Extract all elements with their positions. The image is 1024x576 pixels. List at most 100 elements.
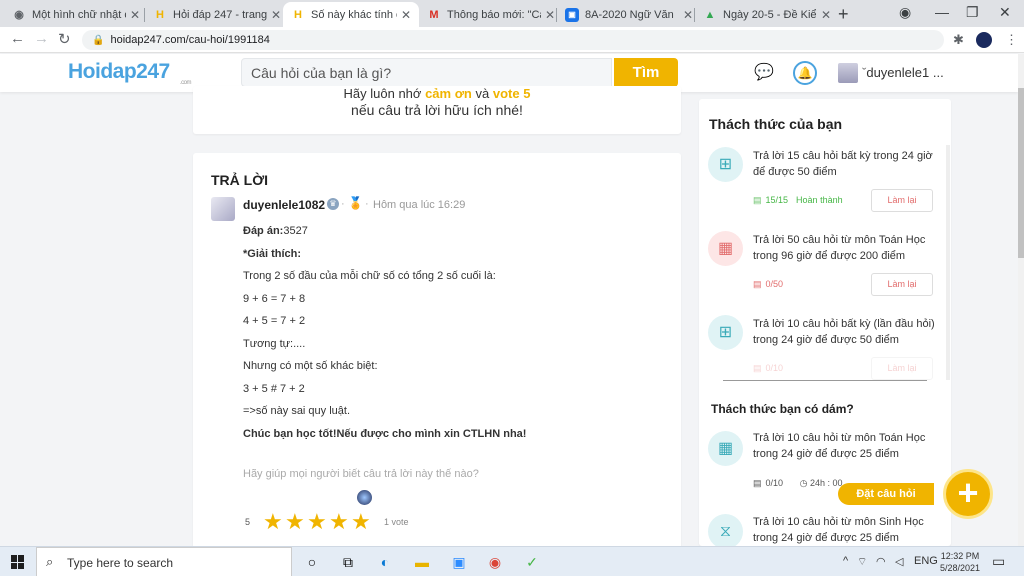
profile-avatar[interactable]: [976, 32, 992, 48]
tray-chevron-icon[interactable]: ^: [843, 555, 848, 567]
tab-6[interactable]: ▲ Ngày 20-5 - Đề Kiểm ✕: [695, 2, 839, 27]
chat-icon[interactable]: 💬: [754, 63, 774, 83]
tab-title: Một hình chữ nhật có: [32, 8, 126, 21]
answerer-avatar[interactable]: [211, 197, 235, 221]
tab-title: Ngày 20-5 - Đề Kiểm: [723, 8, 817, 21]
profile-menu-icon[interactable]: ◉: [899, 4, 911, 21]
notifications-icon[interactable]: ▭: [992, 553, 1005, 570]
challenge-progress: ▤ 0/10 ◷ 24h : 00: [753, 478, 843, 488]
rate-prompt: Hãy giúp mọi người biết câu trả lời này …: [243, 468, 479, 480]
tab-title: Thông báo mới: "Các: [447, 8, 541, 21]
minimize-icon[interactable]: —: [935, 4, 949, 20]
browser-tab-strip: ◉ Một hình chữ nhật có ✕ H Hỏi đáp 247 -…: [0, 0, 1024, 27]
restore-icon[interactable]: ❐: [966, 4, 979, 21]
volume-icon[interactable]: ◁: [895, 555, 903, 568]
medal-icon: 🏅: [348, 196, 363, 210]
redo-button[interactable]: Làm lại: [871, 189, 933, 212]
lock-icon: 🔒: [92, 34, 105, 46]
answer-result: Đáp án:3527: [243, 225, 308, 237]
close-tab-icon[interactable]: ✕: [545, 8, 555, 22]
clock-icon: ◷: [799, 478, 808, 488]
globe-icon: ◉: [14, 9, 24, 21]
search-input[interactable]: Câu hỏi của bạn là gì?: [241, 58, 612, 87]
user-menu[interactable]: ˇduyenlele1 ...: [862, 65, 944, 80]
close-tab-icon[interactable]: ✕: [401, 8, 411, 22]
app-icon[interactable]: ✓: [522, 552, 542, 572]
network-icon[interactable]: ⌔: [857, 555, 867, 569]
vote-count: 1 vote: [384, 517, 409, 527]
tab-4[interactable]: M Thông báo mới: "Các ✕: [419, 2, 563, 27]
chrome-icon[interactable]: ◉: [485, 552, 505, 572]
file-explorer-icon[interactable]: ▬: [412, 552, 432, 572]
close-window-icon[interactable]: ✕: [999, 4, 1011, 21]
reminder-line-1: Hãy luôn nhớ cảm ơn và vote 5: [343, 86, 531, 101]
star-icon[interactable]: ★: [285, 509, 305, 535]
star-icon[interactable]: ★: [307, 509, 327, 535]
tab-5[interactable]: ▣ 8A-2020 Ngữ Văn ✕: [557, 2, 701, 27]
dare-title: Thách thức bạn có dám?: [711, 402, 854, 416]
browser-toolbar: ← → ↻ 🔒 hoidap247.com/cau-hoi/1991184 ☆ …: [0, 27, 1024, 401]
zoom-icon[interactable]: ▣: [449, 552, 469, 572]
star-icon[interactable]: ★: [263, 509, 283, 535]
ask-question-label[interactable]: Đặt câu hỏi: [838, 483, 934, 505]
search-button[interactable]: Tìm: [614, 58, 678, 87]
clock[interactable]: 12:32 PM 5/28/2021: [940, 550, 980, 574]
answer-line: Tương tự:....: [243, 338, 306, 350]
windows-start-icon[interactable]: [11, 555, 25, 569]
forward-icon[interactable]: →: [34, 30, 49, 47]
reminder-line-2: nếu câu trả lời hữu ích nhé!: [351, 102, 523, 118]
answer-heading: TRẢ LỜI: [211, 172, 269, 188]
task-view-icon[interactable]: ⧉: [338, 552, 358, 572]
challenge-progress: ▤ 15/15 Hoàn thành: [753, 195, 843, 205]
close-tab-icon[interactable]: ✕: [683, 8, 693, 22]
language-indicator[interactable]: ENG: [914, 555, 938, 567]
star-icon[interactable]: ★: [351, 509, 371, 535]
new-tab-icon[interactable]: +: [838, 4, 849, 25]
wifi-icon[interactable]: ◠: [876, 555, 886, 568]
redo-button[interactable]: Làm lại: [871, 273, 933, 296]
scrollbar-thumb[interactable]: [1018, 88, 1024, 258]
hoidap-favicon-icon: H: [156, 8, 164, 21]
close-tab-icon[interactable]: ✕: [271, 8, 281, 22]
chrome-menu-icon[interactable]: ⋮: [1005, 32, 1018, 48]
page-scrollbar[interactable]: [1018, 54, 1024, 546]
user-avatar[interactable]: [838, 63, 858, 83]
back-icon[interactable]: ←: [10, 30, 25, 47]
star-icon[interactable]: ★: [329, 509, 349, 535]
logo-text: Hoidap247: [68, 60, 170, 83]
answer-line: *Giải thích:: [243, 248, 302, 260]
dna-icon: ⧖: [708, 514, 743, 546]
edge-icon[interactable]: ◐: [375, 552, 395, 572]
extensions-icon[interactable]: ✱: [953, 32, 964, 48]
bell-icon[interactable]: 🔔: [793, 61, 817, 85]
tab-title: Hỏi đáp 247 - trang t: [173, 8, 267, 21]
tab-1[interactable]: ◉ Một hình chữ nhật có ✕: [4, 2, 148, 27]
cortana-icon[interactable]: ○: [302, 552, 322, 572]
classroom-icon: ▣: [565, 7, 579, 22]
close-tab-icon[interactable]: ✕: [821, 8, 831, 22]
address-bar[interactable]: 🔒 hoidap247.com/cau-hoi/1991184 ☆: [82, 30, 944, 401]
document-icon: ▤: [753, 195, 762, 205]
sidebar-scrollbar[interactable]: [946, 145, 950, 380]
thanks-reminder-card: Hãy luôn nhớ cảm ơn và vote 5 nếu câu tr…: [193, 86, 681, 134]
taskbar-search-input[interactable]: ⌕ Type here to search: [36, 547, 292, 576]
tab-3-active[interactable]: H Số này khác tính chất ✕: [283, 2, 419, 27]
answer-line: Chúc bạn học tốt!Nếu được cho mình xin C…: [243, 428, 527, 440]
hoidap-favicon-icon: H: [294, 8, 302, 21]
redo-button[interactable]: Làm lại: [871, 357, 933, 380]
gmail-icon: M: [429, 8, 439, 21]
tab-title: Số này khác tính chất: [311, 8, 397, 21]
tab-title: 8A-2020 Ngữ Văn: [585, 8, 674, 21]
add-question-button[interactable]: +: [943, 469, 993, 519]
search-icon: ⌕: [46, 554, 54, 569]
rating-value: 5: [245, 517, 251, 527]
reload-icon[interactable]: ↻: [58, 30, 71, 48]
challenge-text: Trả lời 10 câu hỏi bất kỳ (lần đầu hỏi) …: [753, 318, 935, 346]
tab-2[interactable]: H Hỏi đáp 247 - trang t ✕: [145, 2, 289, 27]
close-tab-icon[interactable]: ✕: [130, 8, 140, 22]
voter-avatar[interactable]: [357, 490, 372, 505]
answerer-name[interactable]: duyenlele1082: [243, 198, 325, 212]
site-logo[interactable]: Hoidap247 .com: [68, 60, 192, 86]
answer-line: =>số này sai quy luật.: [243, 405, 351, 417]
rank-badge-icon: ♛: [327, 198, 339, 210]
